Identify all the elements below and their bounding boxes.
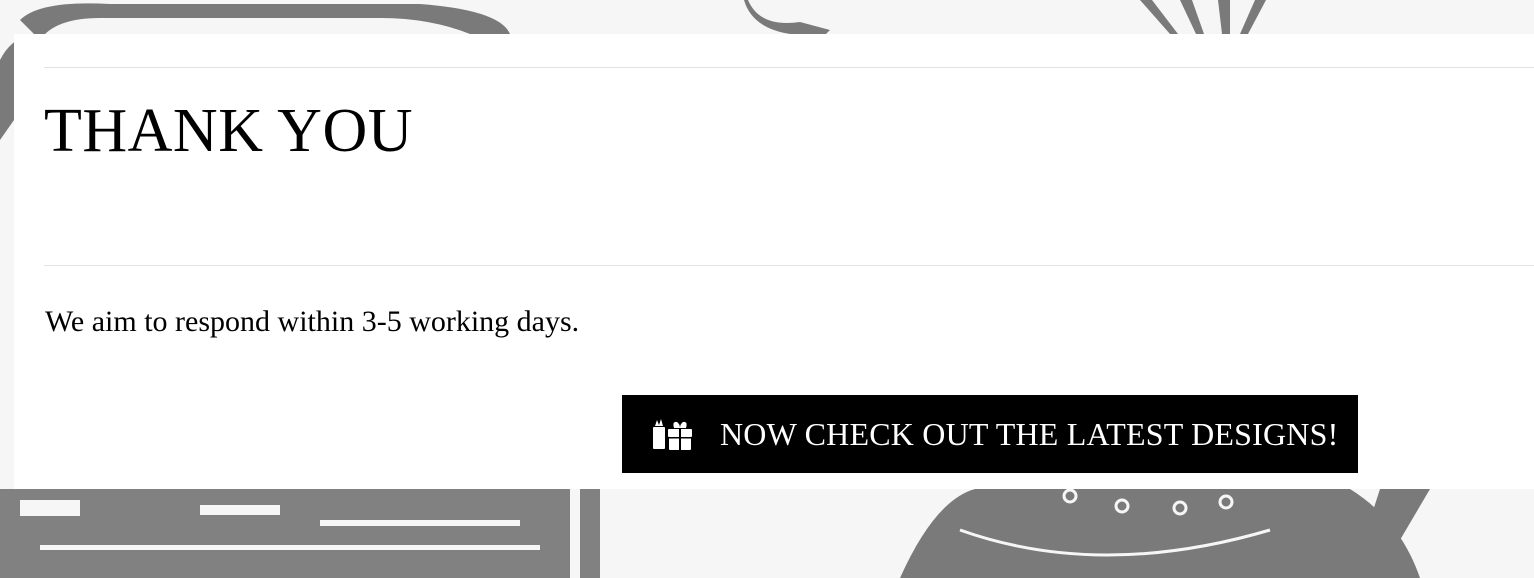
thank-you-panel: THANK YOU We aim to respond within 3-5 w… xyxy=(14,34,1534,489)
gifts-icon xyxy=(653,419,692,450)
section-divider xyxy=(44,265,1534,266)
latest-designs-button[interactable]: NOW CHECK OUT THE LATEST DESIGNS! xyxy=(622,395,1358,473)
latest-designs-label: NOW CHECK OUT THE LATEST DESIGNS! xyxy=(720,416,1339,452)
response-time-message: We aim to respond within 3-5 working day… xyxy=(45,305,580,338)
top-divider xyxy=(44,67,1534,68)
page-title: THANK YOU xyxy=(44,97,413,165)
